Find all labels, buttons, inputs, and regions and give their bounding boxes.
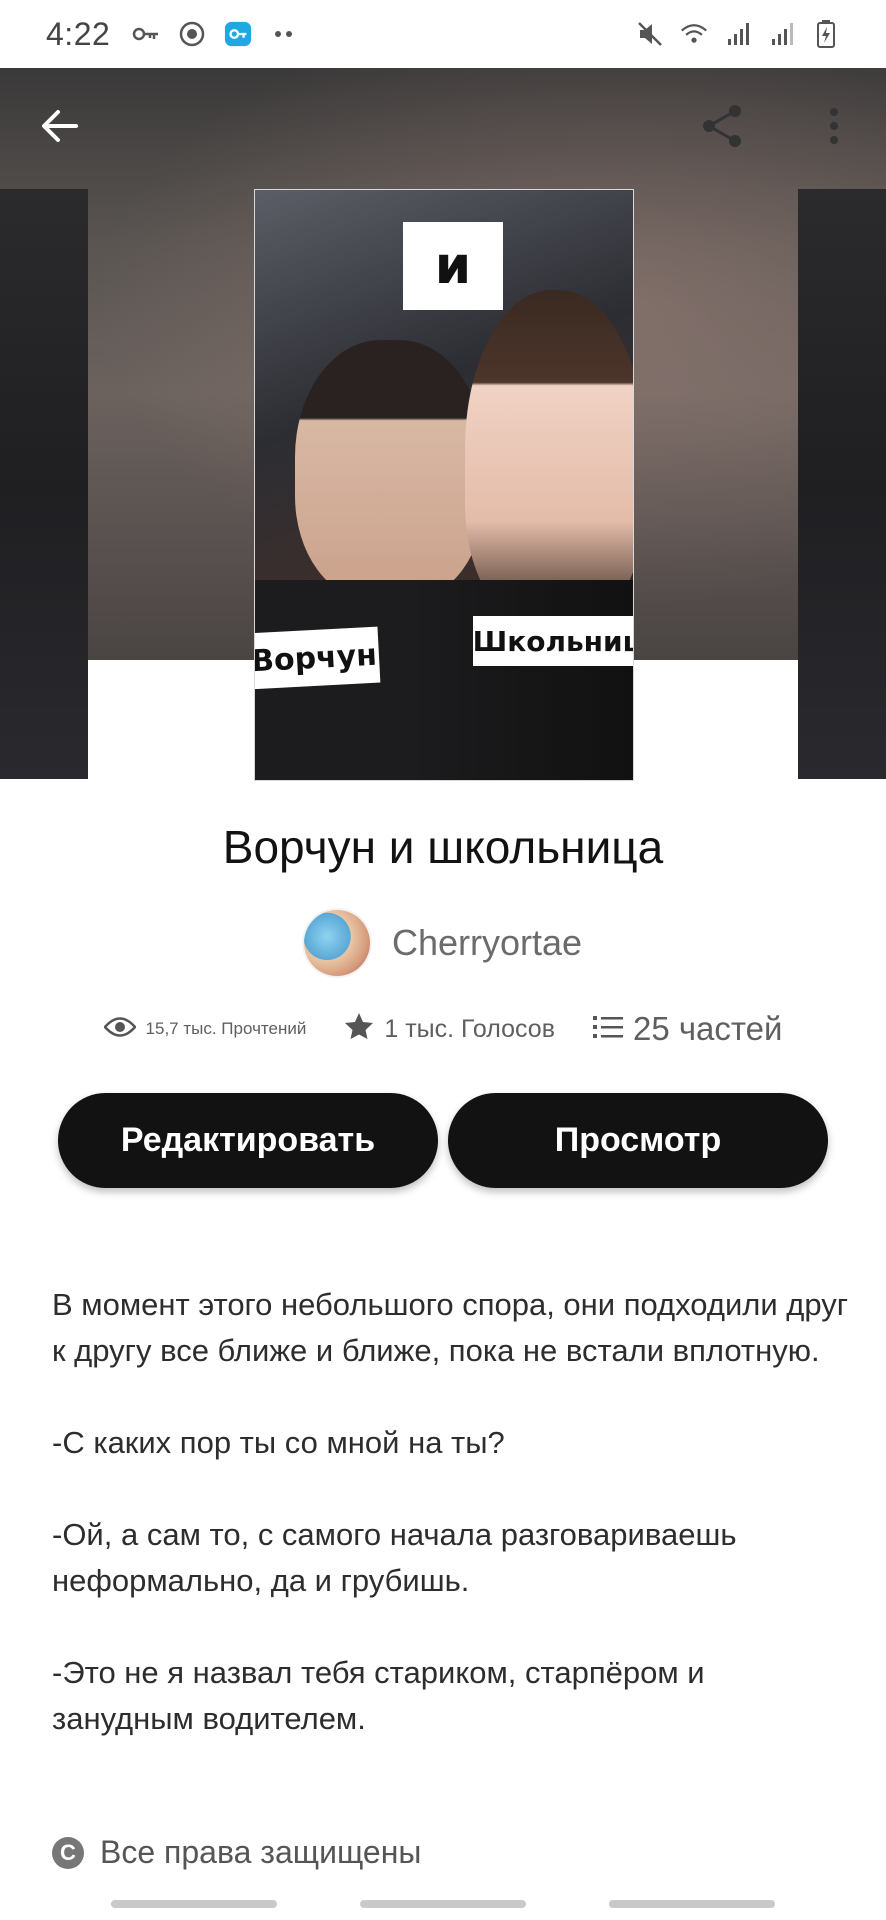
indicator-bar: [359, 1900, 526, 1908]
description-paragraph: -С каких пор ты со мной на ты?: [52, 1425, 505, 1460]
copyright-row: C Все права защищены: [52, 1834, 421, 1871]
story-title: Ворчун и школьница: [222, 821, 664, 873]
author-name[interactable]: Cherryortae: [392, 922, 582, 964]
votes-stat: 1 тыс. Голосов: [344, 1012, 555, 1047]
description-paragraph: -Ой, а сам то, с самого начала разговари…: [52, 1517, 737, 1598]
eye-icon: [102, 1016, 137, 1043]
wifi-icon: [680, 20, 708, 48]
indicator-bar: [111, 1900, 278, 1908]
indicator-bar: [608, 1900, 775, 1908]
view-button[interactable]: Просмотр: [448, 1093, 828, 1188]
bottom-indicators: [0, 1900, 886, 1908]
parts-count[interactable]: 25 частей: [633, 1010, 782, 1048]
cover-label-student: Школьниц: [473, 616, 633, 666]
avatar[interactable]: [303, 910, 370, 976]
reads-stat: 15,7 тыс. Прочтений: [102, 1016, 307, 1043]
star-icon: [344, 1012, 374, 1047]
status-bar: 4:22: [0, 0, 886, 68]
reads-count: 15,7 тыс. Прочтений: [145, 1019, 307, 1038]
author-row[interactable]: Cherryortae: [0, 910, 886, 976]
signal-icon: [724, 20, 752, 48]
copyright-text: Все права защищены: [100, 1834, 422, 1870]
more-options-button[interactable]: [802, 96, 866, 160]
next-cover[interactable]: [798, 189, 886, 779]
story-cover[interactable]: и Ворчун Школьниц: [254, 189, 634, 781]
story-description: В момент этого небольшого спора, они под…: [52, 1282, 852, 1788]
cover-person-left: [295, 340, 485, 600]
cover-person-right: [465, 290, 633, 620]
cover-label-and: и: [403, 222, 503, 310]
lion-icon: [178, 20, 206, 48]
story-stats: 15,7 тыс. Прочтений 1 тыс. Голосов 25 ча…: [0, 1010, 886, 1048]
action-buttons: Редактировать Просмотр: [58, 1093, 828, 1188]
description-paragraph: -Это не я назвал тебя стариком, старпёро…: [52, 1655, 705, 1736]
parts-stat[interactable]: 25 частей: [592, 1010, 782, 1048]
arrow-left-icon: [40, 108, 80, 149]
more-dots-icon: [270, 20, 298, 48]
more-vertical-icon: [828, 106, 840, 151]
status-time: 4:22: [46, 15, 111, 52]
back-button[interactable]: [28, 96, 92, 160]
key-icon: [132, 20, 160, 48]
cover-label-grumpy: Ворчун: [255, 626, 381, 690]
description-paragraph: В момент этого небольшого спора, они под…: [52, 1287, 849, 1368]
copyright-icon: C: [52, 1836, 84, 1869]
status-icons-right: [636, 20, 840, 48]
vpn-key-icon: [224, 20, 252, 48]
battery-icon: [812, 20, 840, 48]
votes-count: 1 тыс. Голосов: [384, 1014, 555, 1043]
list-icon: [592, 1010, 623, 1048]
share-icon: [697, 101, 747, 156]
status-icons-left: [132, 20, 298, 48]
edit-button[interactable]: Редактировать: [58, 1093, 438, 1188]
previous-cover[interactable]: [0, 189, 88, 779]
share-button[interactable]: [690, 96, 754, 160]
mute-icon: [636, 20, 664, 48]
signal-icon-2: [768, 20, 796, 48]
